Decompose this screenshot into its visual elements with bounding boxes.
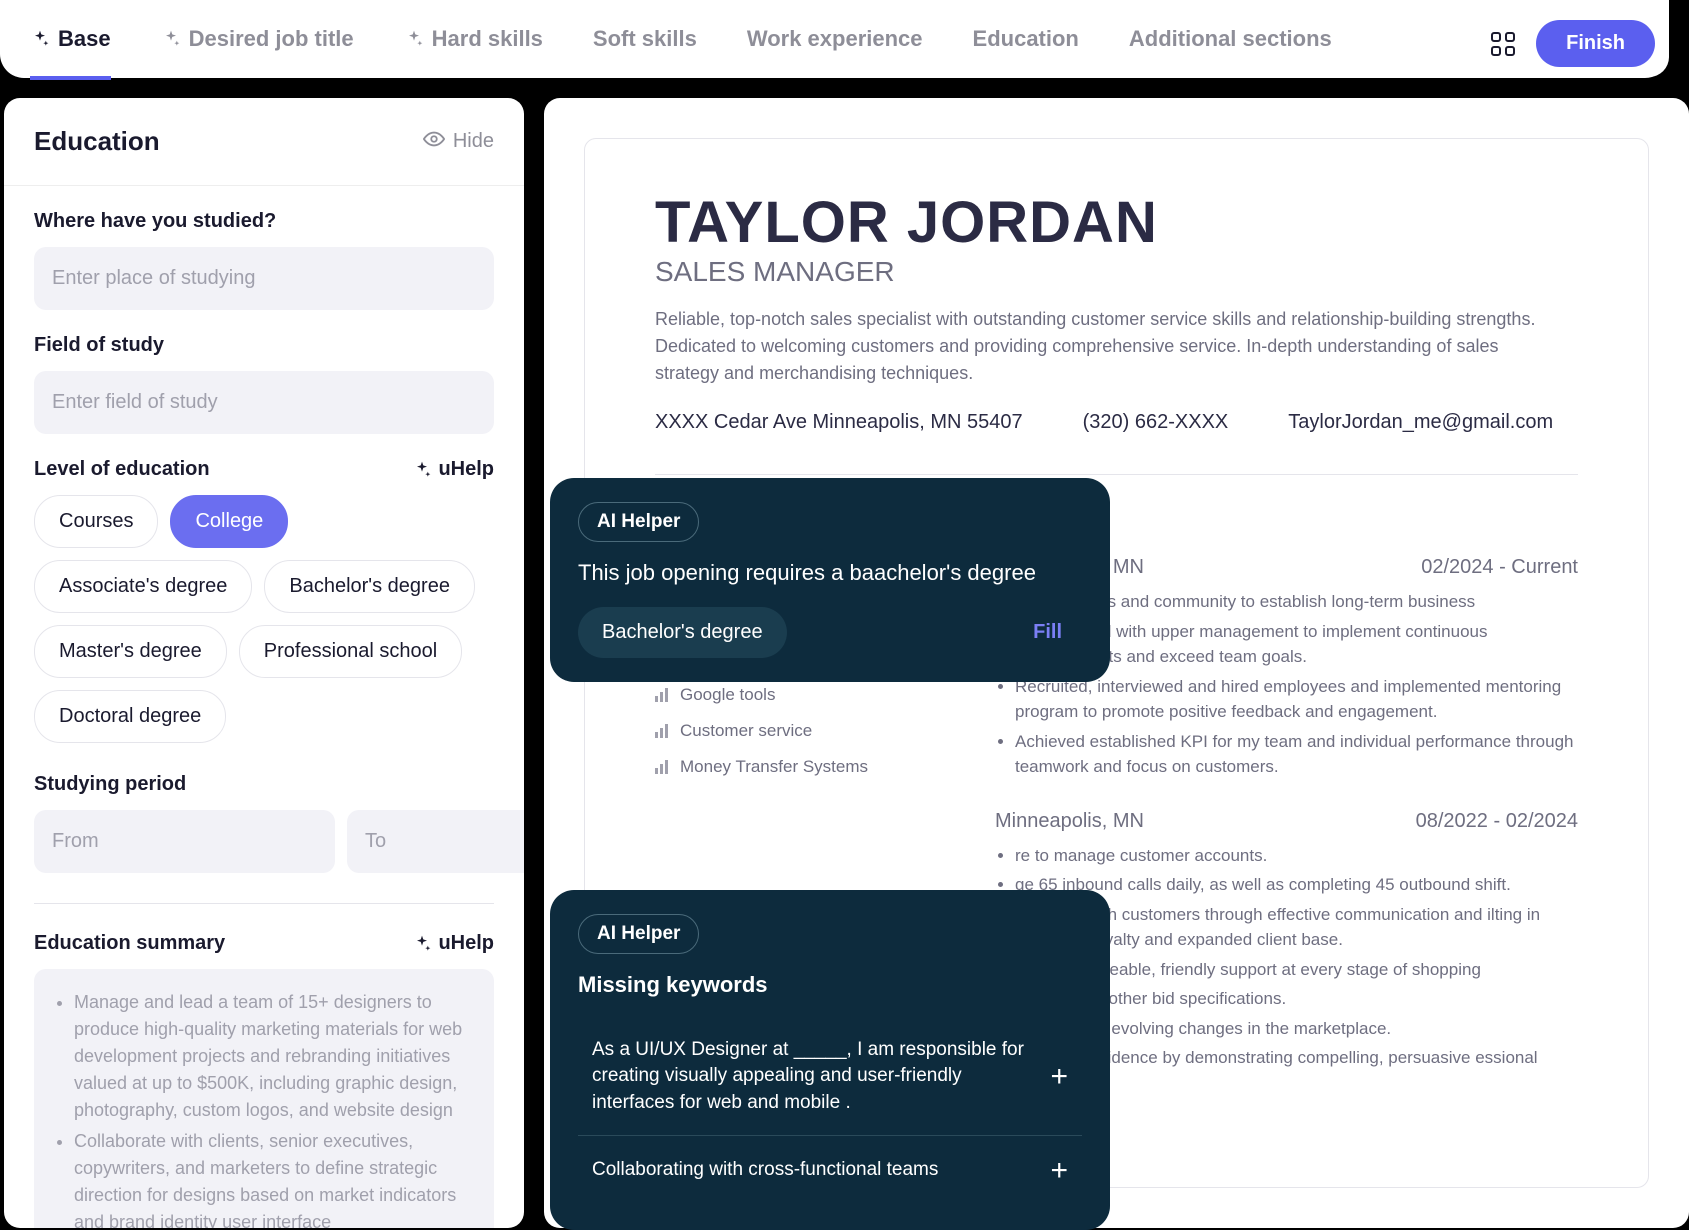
keyword-text: As a UI/UX Designer at _____, I am respo… bbox=[592, 1037, 1030, 1117]
from-input[interactable] bbox=[34, 810, 335, 873]
bars-icon bbox=[655, 724, 668, 738]
job-bullet: re to manage customer accounts. bbox=[1015, 843, 1578, 869]
tab-label: Work experience bbox=[747, 26, 923, 52]
chip-professional[interactable]: Professional school bbox=[239, 625, 462, 678]
chip-doctoral[interactable]: Doctoral degree bbox=[34, 690, 226, 743]
keyword-text: Collaborating with cross-functional team… bbox=[592, 1157, 1030, 1184]
studied-label: Where have you studied? bbox=[34, 210, 494, 233]
plus-icon[interactable]: + bbox=[1050, 1154, 1068, 1188]
tab-education[interactable]: Education bbox=[973, 0, 1079, 80]
tab-label: Soft skills bbox=[593, 26, 697, 52]
summary-item: Manage and lead a team of 15+ designers … bbox=[74, 989, 474, 1124]
ai-helper-keywords-popup: AI Helper Missing keywords As a UI/UX De… bbox=[550, 890, 1110, 1230]
tab-hard-skills[interactable]: Hard skills bbox=[404, 0, 543, 80]
job-date: 02/2024 - Current bbox=[1421, 556, 1578, 579]
job-bullet: Recruited, interviewed and hired employe… bbox=[1015, 674, 1578, 725]
studied-input[interactable] bbox=[34, 247, 494, 310]
divider bbox=[655, 474, 1578, 475]
finish-button[interactable]: Finish bbox=[1536, 20, 1655, 67]
uhelp-button-2[interactable]: uHelp bbox=[412, 932, 494, 955]
chip-courses[interactable]: Courses bbox=[34, 495, 158, 548]
chip-master[interactable]: Master's degree bbox=[34, 625, 227, 678]
tab-job-title[interactable]: Desired job title bbox=[161, 0, 354, 80]
tab-label: Desired job title bbox=[189, 26, 354, 52]
tab-base[interactable]: Base bbox=[30, 0, 111, 80]
sparkle-icon bbox=[412, 934, 432, 954]
resume-contact: XXXX Cedar Ave Minneapolis, MN 55407 (32… bbox=[655, 411, 1578, 434]
fill-button[interactable]: Fill bbox=[1033, 621, 1062, 644]
job-bullet: Achieved established KPI for my team and… bbox=[1015, 729, 1578, 780]
skill-item: Google tools bbox=[655, 685, 915, 705]
sparkle-icon bbox=[161, 29, 181, 49]
tab-label: Education bbox=[973, 26, 1079, 52]
chip-associate[interactable]: Associate's degree bbox=[34, 560, 252, 613]
chip-bachelor[interactable]: Bachelor's degree bbox=[264, 560, 475, 613]
resume-summary: Reliable, top-notch sales specialist wit… bbox=[655, 306, 1555, 387]
ai-badge: AI Helper bbox=[578, 502, 699, 542]
uhelp-button[interactable]: uHelp bbox=[412, 458, 494, 481]
tab-label: Additional sections bbox=[1129, 26, 1332, 52]
bars-icon bbox=[655, 688, 668, 702]
resume-email: TaylorJordan_me@gmail.com bbox=[1288, 411, 1553, 434]
divider bbox=[34, 903, 494, 904]
skill-item: Money Transfer Systems bbox=[655, 757, 915, 777]
keyword-row: Collaborating with cross-functional team… bbox=[578, 1136, 1082, 1206]
job-date: 08/2022 - 02/2024 bbox=[1416, 810, 1578, 833]
uhelp-label: uHelp bbox=[438, 458, 494, 481]
hide-button[interactable]: Hide bbox=[423, 128, 494, 156]
tab-additional[interactable]: Additional sections bbox=[1129, 0, 1332, 80]
education-panel: Education Hide Where have you studied? F… bbox=[4, 98, 524, 1228]
level-chips: Courses College Associate's degree Bache… bbox=[34, 495, 494, 743]
field-label: Field of study bbox=[34, 334, 494, 357]
skill-item: Customer service bbox=[655, 721, 915, 741]
resume-phone: (320) 662-XXXX bbox=[1083, 411, 1229, 434]
tab-label: Base bbox=[58, 26, 111, 52]
tab-soft-skills[interactable]: Soft skills bbox=[593, 0, 697, 80]
nav-tabs: Base Desired job title Hard skills Soft … bbox=[30, 0, 1639, 80]
tab-work-exp[interactable]: Work experience bbox=[747, 0, 923, 80]
summary-box[interactable]: Manage and lead a team of 15+ designers … bbox=[34, 969, 494, 1228]
ai-suggestion-chip[interactable]: Bachelor's degree bbox=[578, 607, 787, 658]
ai-badge: AI Helper bbox=[578, 914, 699, 954]
keyword-row: As a UI/UX Designer at _____, I am respo… bbox=[578, 1019, 1082, 1136]
grid-view-button[interactable] bbox=[1488, 29, 1518, 59]
sparkle-icon bbox=[412, 460, 432, 480]
ai-title: Missing keywords bbox=[578, 970, 1082, 1001]
job-location: Minneapolis, MN bbox=[995, 810, 1144, 833]
summary-label: Education summary bbox=[34, 932, 225, 955]
top-nav: Base Desired job title Hard skills Soft … bbox=[0, 0, 1669, 78]
ai-helper-degree-popup: AI Helper This job opening requires a ba… bbox=[550, 478, 1110, 682]
level-label: Level of education bbox=[34, 458, 210, 481]
field-input[interactable] bbox=[34, 371, 494, 434]
plus-icon[interactable]: + bbox=[1050, 1060, 1068, 1094]
tab-label: Hard skills bbox=[432, 26, 543, 52]
resume-name: TAYLOR JORDAN bbox=[655, 189, 1578, 256]
summary-item: Collaborate with clients, senior executi… bbox=[74, 1128, 474, 1228]
panel-title: Education bbox=[34, 126, 160, 157]
eye-icon bbox=[423, 128, 445, 156]
hide-label: Hide bbox=[453, 130, 494, 153]
resume-role: SALES MANAGER bbox=[655, 256, 1578, 288]
resume-address: XXXX Cedar Ave Minneapolis, MN 55407 bbox=[655, 411, 1023, 434]
period-label: Studying period bbox=[34, 773, 494, 796]
chip-college[interactable]: College bbox=[170, 495, 288, 548]
sparkle-icon bbox=[404, 29, 424, 49]
sparkle-icon bbox=[30, 29, 50, 49]
right-controls: Finish bbox=[1474, 10, 1669, 77]
uhelp-label: uHelp bbox=[438, 932, 494, 955]
bars-icon bbox=[655, 760, 668, 774]
to-input[interactable] bbox=[347, 810, 524, 873]
ai-message: This job opening requires a baachelor's … bbox=[578, 558, 1082, 589]
